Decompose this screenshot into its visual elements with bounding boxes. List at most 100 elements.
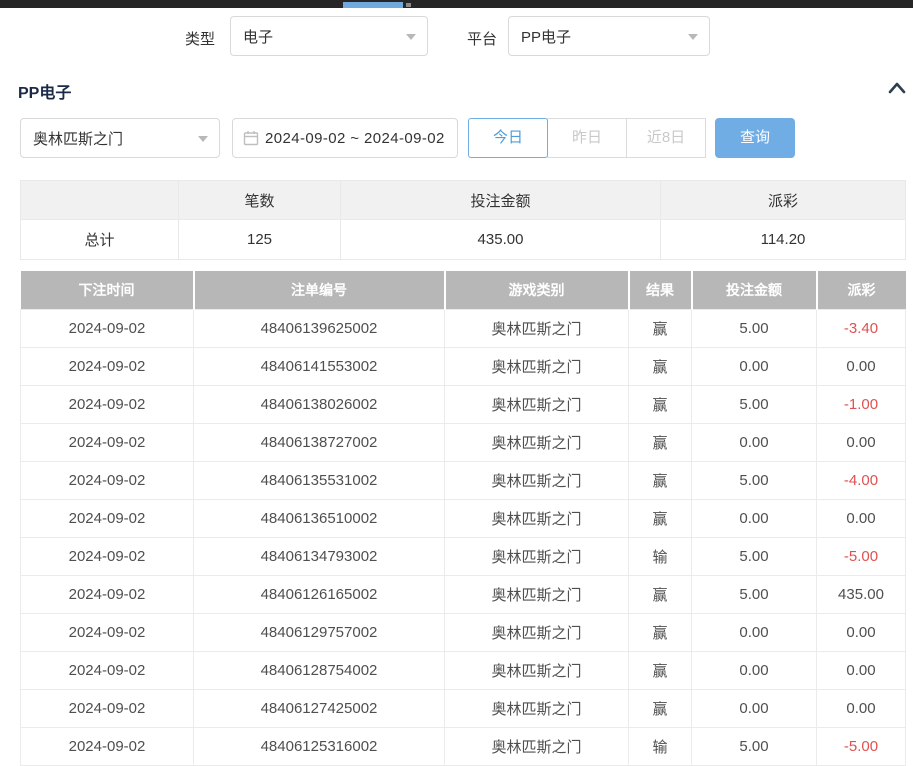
payout-cell: 0.00: [817, 689, 906, 727]
query-button[interactable]: 查询: [715, 118, 795, 158]
bet-time-cell: 2024-09-02: [21, 461, 194, 499]
bet-row: 2024-09-0248406135531002奥林匹斯之门赢5.00-4.00: [21, 461, 906, 499]
bet-row: 2024-09-0248406128754002奥林匹斯之门赢0.000.00: [21, 651, 906, 689]
order-no-cell: 48406136510002: [194, 499, 445, 537]
bet-time-cell: 2024-09-02: [21, 575, 194, 613]
chevron-up-icon: [886, 78, 908, 98]
bet-amount-cell: 5.00: [692, 385, 817, 423]
summary-header-count: 笔数: [179, 181, 341, 220]
platform-select[interactable]: PP电子: [508, 16, 710, 56]
order-no-cell: 48406128754002: [194, 651, 445, 689]
date-quick-buttons: 今日 昨日 近8日: [468, 118, 706, 158]
bet-row: 2024-09-0248406134793002奥林匹斯之门输5.00-5.00: [21, 537, 906, 575]
result-cell: 赢: [629, 613, 692, 651]
result-cell: 赢: [629, 689, 692, 727]
payout-cell: 0.00: [817, 651, 906, 689]
game-type-cell: 奥林匹斯之门: [445, 461, 629, 499]
game-type-cell: 奥林匹斯之门: [445, 347, 629, 385]
game-type-cell: 奥林匹斯之门: [445, 385, 629, 423]
order-no-cell: 48406135531002: [194, 461, 445, 499]
result-cell: 赢: [629, 309, 692, 347]
game-type-cell: 奥林匹斯之门: [445, 423, 629, 461]
bet-time-cell: 2024-09-02: [21, 537, 194, 575]
bet-row: 2024-09-0248406126165002奥林匹斯之门赢5.00435.0…: [21, 575, 906, 613]
game-type-cell: 奥林匹斯之门: [445, 727, 629, 765]
bet-row: 2024-09-0248406138026002奥林匹斯之门赢5.00-1.00: [21, 385, 906, 423]
tab-close-icon[interactable]: [406, 3, 411, 7]
header-bet-time: 下注时间: [21, 271, 194, 309]
result-cell: 赢: [629, 575, 692, 613]
payout-cell: -1.00: [817, 385, 906, 423]
payout-cell: -5.00: [817, 537, 906, 575]
header-game-type: 游戏类别: [445, 271, 629, 309]
game-type-cell: 奥林匹斯之门: [445, 575, 629, 613]
bet-amount-cell: 0.00: [692, 423, 817, 461]
bet-amount-cell: 0.00: [692, 347, 817, 385]
payout-cell: -4.00: [817, 461, 906, 499]
summary-header-bet: 投注金额: [341, 181, 661, 220]
summary-total-label: 总计: [21, 220, 179, 260]
type-select[interactable]: 电子: [230, 16, 428, 56]
header-result: 结果: [629, 271, 692, 309]
bet-row: 2024-09-0248406136510002奥林匹斯之门赢0.000.00: [21, 499, 906, 537]
bet-row: 2024-09-0248406138727002奥林匹斯之门赢0.000.00: [21, 423, 906, 461]
result-cell: 赢: [629, 385, 692, 423]
bet-row: 2024-09-0248406125316002奥林匹斯之门输5.00-5.00: [21, 727, 906, 765]
payout-cell: 0.00: [817, 347, 906, 385]
bet-amount-cell: 0.00: [692, 651, 817, 689]
game-type-cell: 奥林匹斯之门: [445, 651, 629, 689]
date-range-input[interactable]: 2024-09-02 ~ 2024-09-02: [232, 118, 458, 158]
bet-row: 2024-09-0248406127425002奥林匹斯之门赢0.000.00: [21, 689, 906, 727]
bet-amount-cell: 5.00: [692, 727, 817, 765]
summary-total-row: 总计 125 435.00 114.20: [21, 220, 906, 260]
chevron-down-icon: [406, 34, 416, 40]
summary-header-empty: [21, 181, 179, 220]
bet-amount-cell: 0.00: [692, 613, 817, 651]
bet-row: 2024-09-0248406129757002奥林匹斯之门赢0.000.00: [21, 613, 906, 651]
order-no-cell: 48406125316002: [194, 727, 445, 765]
bet-amount-cell: 0.00: [692, 499, 817, 537]
header-bet-amount: 投注金额: [692, 271, 817, 309]
bet-time-cell: 2024-09-02: [21, 499, 194, 537]
platform-label: 平台: [467, 28, 497, 49]
collapse-section-button[interactable]: [886, 78, 908, 98]
platform-select-value: PP电子: [521, 26, 571, 47]
bet-row: 2024-09-0248406141553002奥林匹斯之门赢0.000.00: [21, 347, 906, 385]
date-range-value: 2024-09-02 ~ 2024-09-02: [265, 130, 445, 147]
order-no-cell: 48406126165002: [194, 575, 445, 613]
summary-total-bet: 435.00: [341, 220, 661, 260]
today-button[interactable]: 今日: [468, 118, 548, 158]
summary-total-payout: 114.20: [661, 220, 906, 260]
result-cell: 输: [629, 537, 692, 575]
bet-time-cell: 2024-09-02: [21, 309, 194, 347]
active-tab-indicator[interactable]: [343, 2, 403, 8]
bet-time-cell: 2024-09-02: [21, 385, 194, 423]
type-select-value: 电子: [243, 26, 273, 47]
header-payout: 派彩: [817, 271, 906, 309]
result-cell: 赢: [629, 499, 692, 537]
order-no-cell: 48406134793002: [194, 537, 445, 575]
order-no-cell: 48406138727002: [194, 423, 445, 461]
order-no-cell: 48406141553002: [194, 347, 445, 385]
section-title: PP电子: [18, 79, 71, 103]
last8days-button[interactable]: 近8日: [626, 118, 706, 158]
game-type-cell: 奥林匹斯之门: [445, 613, 629, 651]
result-cell: 赢: [629, 423, 692, 461]
summary-table: 笔数 投注金额 派彩 总计 125 435.00 114.20: [20, 180, 906, 260]
summary-header-payout: 派彩: [661, 181, 906, 220]
game-type-cell: 奥林匹斯之门: [445, 309, 629, 347]
header-order-no: 注单编号: [194, 271, 445, 309]
summary-header-row: 笔数 投注金额 派彩: [21, 181, 906, 220]
order-no-cell: 48406138026002: [194, 385, 445, 423]
bet-time-cell: 2024-09-02: [21, 727, 194, 765]
order-no-cell: 48406129757002: [194, 613, 445, 651]
bet-amount-cell: 5.00: [692, 575, 817, 613]
bet-amount-cell: 5.00: [692, 309, 817, 347]
bet-amount-cell: 0.00: [692, 689, 817, 727]
chevron-down-icon: [688, 34, 698, 40]
yesterday-button[interactable]: 昨日: [547, 118, 627, 158]
order-no-cell: 48406127425002: [194, 689, 445, 727]
game-type-cell: 奥林匹斯之门: [445, 689, 629, 727]
bet-amount-cell: 5.00: [692, 537, 817, 575]
game-select[interactable]: 奥林匹斯之门: [20, 118, 220, 158]
